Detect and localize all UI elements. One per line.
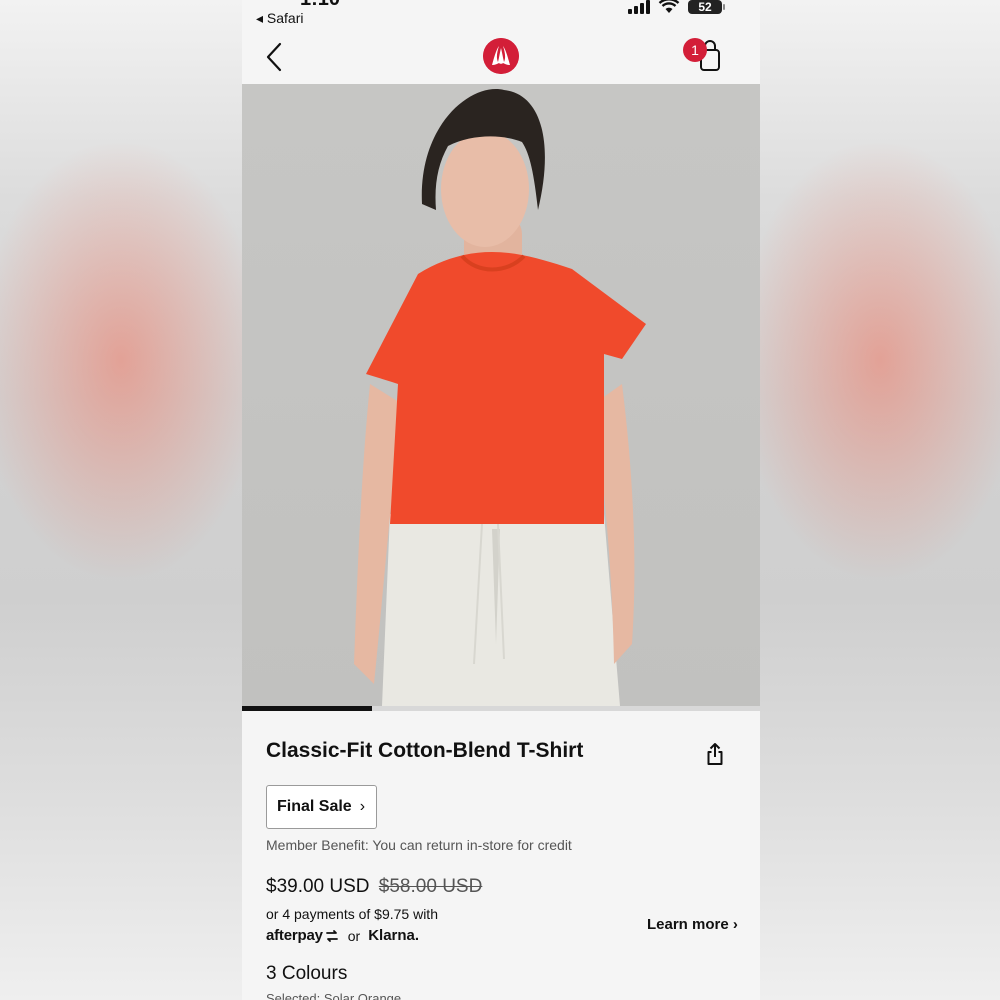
back-to-safari-link[interactable]: ◂ Safari <box>256 10 304 27</box>
back-chevron-icon[interactable] <box>262 40 290 74</box>
phone-screen: 1:10 ◂ Safari 52 1 <box>242 0 760 1000</box>
sale-price: $39.00 USD <box>266 876 370 897</box>
cart-count-badge: 1 <box>683 38 707 62</box>
product-title: Classic-Fit Cotton-Blend T-Shirt <box>266 739 584 762</box>
wifi-icon <box>658 0 680 13</box>
share-icon[interactable] <box>704 741 726 767</box>
product-info: Classic-Fit Cotton-Blend T-Shirt Final S… <box>242 711 760 1000</box>
payment-providers: afterpay or Klarna. <box>266 927 419 944</box>
status-icons: 52 <box>628 0 725 14</box>
selected-colour: Selected: Solar Orange <box>266 991 402 1000</box>
chevron-right-icon: › <box>732 916 738 933</box>
status-bar: 1:10 ◂ Safari 52 <box>242 0 760 30</box>
product-image[interactable] <box>242 84 760 706</box>
afterpay-arrows-icon <box>325 930 338 942</box>
original-price: $58.00 USD <box>378 876 483 897</box>
klarna-logo[interactable]: Klarna. <box>368 927 419 944</box>
learn-more-link[interactable]: Learn more › <box>647 916 738 933</box>
cellular-signal-icon <box>628 0 650 14</box>
price-row: $39.00 USD $58.00 USD <box>266 876 482 898</box>
battery-icon: 52 <box>688 0 725 14</box>
status-time: 1:10 <box>300 0 340 11</box>
chevron-right-icon: › <box>359 798 366 815</box>
or-text: or <box>347 927 361 944</box>
member-benefit-text: Member Benefit: You can return in-store … <box>266 837 572 853</box>
final-sale-button[interactable]: Final Sale › <box>266 785 377 829</box>
final-sale-label: Final Sale <box>277 798 352 815</box>
model-photo-illustration <box>354 89 646 706</box>
lululemon-logo-icon[interactable] <box>483 38 519 74</box>
colour-count: 3 Colours <box>266 963 348 984</box>
installments-text: or 4 payments of $9.75 with <box>266 906 438 922</box>
blurred-backdrop-right <box>760 0 1000 1000</box>
blurred-backdrop-left <box>0 0 242 1000</box>
afterpay-logo[interactable]: afterpay <box>266 927 340 944</box>
nav-bar: 1 <box>242 30 760 84</box>
